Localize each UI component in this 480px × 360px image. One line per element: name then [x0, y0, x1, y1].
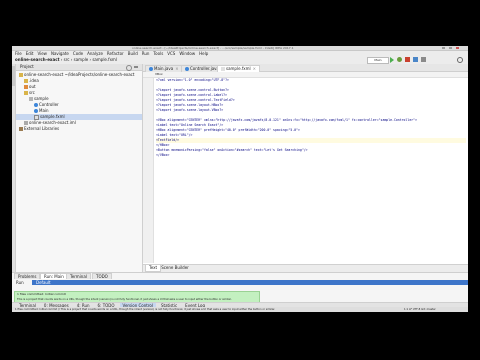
tree-item[interactable]: .idea — [16, 78, 142, 83]
tree-item[interactable]: sample — [16, 96, 142, 101]
editor-tab[interactable]: Main.java × — [145, 65, 183, 72]
folder-icon — [24, 79, 28, 83]
run-panel-tabs: Problems Run: Main Terminal TODO — [14, 273, 468, 279]
breadcrumb-sample[interactable]: sample — [74, 57, 89, 62]
run-tab[interactable]: TODO — [92, 273, 112, 279]
tree-item-label: External Libraries — [24, 126, 60, 131]
project-panel-header: Project — [16, 64, 142, 71]
folder-icon — [24, 91, 28, 95]
tree-item[interactable]: Controller — [16, 102, 142, 107]
tree-item[interactable]: sample.fxml — [16, 114, 142, 120]
window-title: online-search-exact - [~/IdeaProjects/on… — [132, 46, 294, 50]
tree-item-label: online-search-exact.iml — [29, 120, 76, 125]
class-icon — [34, 109, 38, 113]
run-tab[interactable]: Terminal — [66, 273, 91, 279]
stop-icon[interactable] — [405, 57, 410, 62]
ide-window: online-search-exact - [~/IdeaProjects/on… — [12, 46, 468, 312]
status-text: 1 files committed: Initial commit // Thi… — [15, 308, 276, 311]
code-line: </VBox> — [156, 153, 170, 157]
maximize-icon[interactable] — [449, 47, 452, 49]
run-tab[interactable]: Problems — [14, 273, 41, 279]
run-config-select[interactable]: Main — [367, 57, 389, 64]
tree-item[interactable]: Main — [16, 108, 142, 113]
hide-panel-icon[interactable] — [134, 66, 138, 68]
tree-item-label: src — [29, 90, 35, 95]
run-config-row[interactable]: Default — [32, 280, 468, 285]
run-config-label: Main — [374, 58, 382, 62]
file-icon — [24, 121, 28, 125]
package-icon — [29, 97, 33, 101]
breadcrumb: online-search-exact › src › sample › sam… — [15, 57, 117, 62]
fxml-icon — [34, 114, 39, 120]
settings-icon[interactable] — [126, 65, 132, 71]
folder-orange-icon — [24, 85, 28, 89]
tree-item-label: online-search-exact ~/IdeaProjects/onlin… — [24, 72, 135, 77]
status-bar: 1 files committed: Initial commit // Thi… — [12, 307, 468, 312]
editor-tab-label: sample.fxml — [226, 66, 251, 71]
gutter — [143, 78, 154, 263]
project-tree: online-search-exact ~/IdeaProjects/onlin… — [16, 72, 142, 252]
tree-item-label: sample.fxml — [40, 114, 65, 119]
tree-item[interactable]: External Libraries — [16, 126, 142, 131]
close-icon[interactable] — [456, 47, 459, 49]
breadcrumb-file[interactable]: sample.fxml — [92, 57, 117, 62]
toolbar: online-search-exact › src › sample › sam… — [12, 56, 468, 64]
class-icon — [149, 67, 153, 71]
tree-item-label: Controller — [39, 102, 59, 107]
minimize-icon[interactable] — [442, 47, 445, 49]
debug-icon[interactable] — [397, 57, 402, 62]
class-icon — [185, 67, 189, 71]
tree-item-label: .idea — [29, 78, 39, 83]
tab-scene-builder[interactable]: Scene Builder — [161, 265, 189, 271]
code-editor[interactable]: <?xml version="1.0" encoding="UTF-8"?> <?… — [156, 78, 466, 258]
tree-item[interactable]: online-search-exact.iml — [16, 120, 142, 125]
tree-item-label: Main — [39, 108, 49, 113]
tree-item[interactable]: src — [16, 90, 142, 95]
editor-area: Main.java×Controller.java×sample.fxml× V… — [143, 64, 468, 264]
build-icon[interactable] — [413, 57, 418, 62]
run-icon[interactable] — [390, 57, 394, 63]
editor-bottom-tabs: Text Scene Builder — [143, 264, 468, 272]
tab-text[interactable]: Text — [145, 265, 161, 272]
lib-icon — [19, 127, 23, 131]
editor-tab[interactable]: sample.fxml × — [217, 65, 260, 72]
run-panel-title: Run — [16, 280, 24, 285]
breadcrumb-src[interactable]: src — [64, 57, 70, 62]
status-position[interactable]: 1:1 LF UTF-8 Git: master — [404, 307, 436, 312]
editor-tab-label: Main.java — [154, 66, 174, 71]
run-tab[interactable]: Run: Main — [40, 273, 68, 279]
tree-item-label: sample — [34, 96, 49, 101]
project-panel: Project online-search-exact ~/IdeaProjec… — [16, 64, 143, 278]
fxml-icon — [221, 67, 225, 71]
editor-tabs: Main.java×Controller.java×sample.fxml× — [143, 64, 468, 72]
breadcrumb-project[interactable]: online-search-exact — [15, 57, 59, 62]
class-icon — [34, 103, 38, 107]
folder-icon — [19, 73, 23, 77]
search-icon[interactable] — [457, 57, 463, 63]
tree-item[interactable]: online-search-exact ~/IdeaProjects/onlin… — [16, 72, 142, 77]
editor-tab-label: Controller.java — [190, 66, 219, 71]
tree-item[interactable]: out — [16, 84, 142, 89]
run-default-label: Default — [36, 280, 51, 285]
close-tab-icon[interactable]: × — [175, 66, 178, 71]
editor-breadcrumb[interactable]: VBox — [155, 72, 163, 77]
project-panel-title[interactable]: Project — [20, 64, 34, 70]
sdk-icon[interactable] — [421, 57, 426, 62]
project-stripe-button[interactable] — [12, 66, 15, 86]
tree-item-label: out — [29, 84, 36, 89]
close-tab-icon[interactable]: × — [253, 66, 256, 71]
